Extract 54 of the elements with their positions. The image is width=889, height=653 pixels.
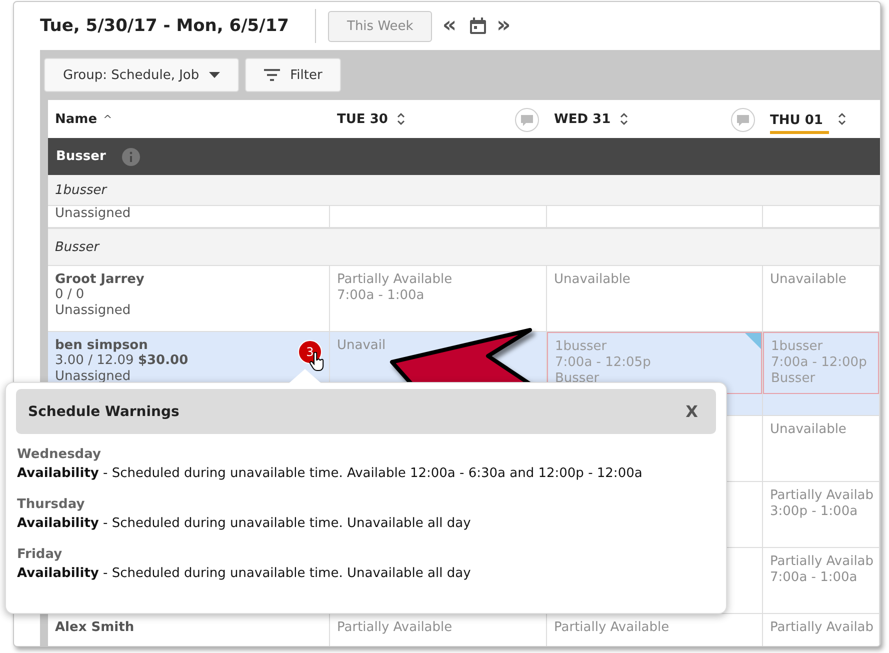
previous-week-button[interactable]: « <box>438 15 461 37</box>
day-column-header[interactable]: TUE 30 <box>337 112 388 126</box>
employee-name: ben simpson <box>55 338 148 353</box>
sort-icon <box>396 112 406 126</box>
employee-name: Alex Smith <box>55 620 134 635</box>
hours-text: 3.00 / 12.09 $30.00 <box>55 353 188 369</box>
group-dropdown[interactable]: Group: Schedule, Job <box>44 58 240 92</box>
availability-text: Unavailable <box>770 272 846 288</box>
close-button[interactable]: X <box>680 401 704 422</box>
availability-text: Unavailable <box>554 272 630 288</box>
availability-text: Partially Availab <box>770 620 874 636</box>
sort-icon <box>618 112 629 126</box>
hours-text: 0 / 0 <box>55 287 84 303</box>
calendar-icon[interactable] <box>468 17 487 35</box>
employee-name: Groot Jarrey <box>55 272 144 287</box>
caret-icon <box>209 72 220 78</box>
availability-text: Partially Availab <box>770 554 874 570</box>
warning-text: Availability - Scheduled during unavailable time. Unavailable all day <box>17 565 472 583</box>
availability-text: 7:00a - 1:00a <box>337 288 424 304</box>
schedule-cell[interactable] <box>763 206 880 228</box>
day-column-header[interactable]: WED 31 <box>554 112 611 126</box>
warning-day: Wednesday <box>17 446 716 464</box>
availability-text: 7:00a - 1:00a <box>770 570 858 586</box>
next-week-button[interactable]: » <box>492 15 515 37</box>
warning-day: Friday <box>17 546 716 564</box>
availability-text: Partially Available <box>337 272 452 288</box>
date-range-title: Tue, 5/30/17 - Mon, 6/5/17 <box>40 16 289 36</box>
sort-indicator: ^ <box>103 112 112 126</box>
name-column-header[interactable]: Name <box>55 112 98 126</box>
availability-text: Partially Availab <box>770 488 874 504</box>
warning-text: Availability - Scheduled during unavailable time. Unavailable all day <box>17 515 472 533</box>
subgroup-label: Busser <box>55 240 100 254</box>
day-column-header[interactable]: THU 01 <box>770 110 829 134</box>
availability-text: Unavailable <box>770 422 846 438</box>
assignment-text: Unassigned <box>55 369 131 385</box>
popup-title: Schedule Warnings <box>28 404 180 420</box>
comment-icon[interactable] <box>515 108 539 132</box>
availability-text: Unavail <box>337 338 386 354</box>
schedule-cell[interactable] <box>330 206 547 228</box>
filter-icon <box>264 69 280 81</box>
availability-text: Partially Available <box>554 620 670 636</box>
info-icon[interactable] <box>122 148 140 166</box>
availability-text: Partially Available <box>337 620 452 636</box>
assignment-text: Unassigned <box>55 206 131 222</box>
assignment-text: Unassigned <box>55 303 131 319</box>
subgroup-label: 1busser <box>55 182 107 198</box>
warning-text: Availability - Scheduled during unavailable time. Available 12:00a - 6:30a and 12:00p - 12:00a <box>17 465 644 483</box>
sort-icon <box>836 112 847 126</box>
filter-button[interactable]: Filter <box>245 58 342 92</box>
warning-day: Thursday <box>17 496 716 514</box>
availability-text: 3:00p - 1:00a <box>770 504 858 520</box>
schedule-cell[interactable] <box>547 206 763 228</box>
group-title: Busser <box>56 149 106 164</box>
comment-icon[interactable] <box>731 108 755 132</box>
